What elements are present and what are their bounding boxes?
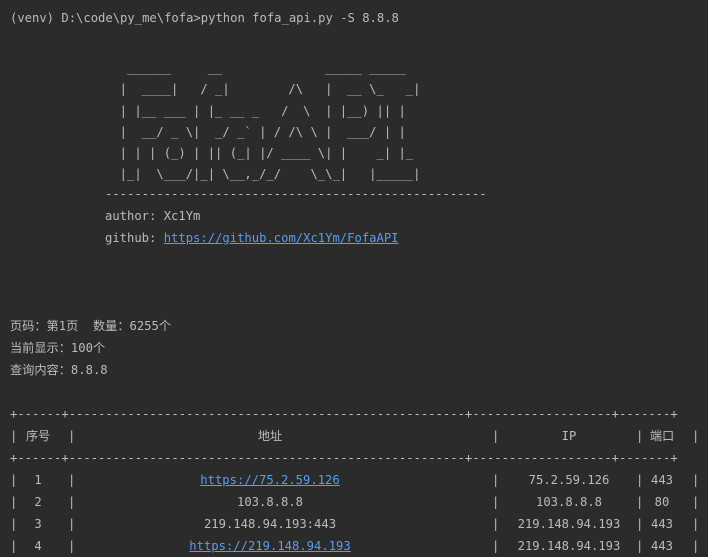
table-column-separator: | bbox=[636, 517, 644, 531]
table-column-separator: | bbox=[492, 539, 500, 553]
table-column-separator: | bbox=[68, 539, 76, 553]
row-address-link[interactable]: https://75.2.59.126 bbox=[200, 472, 339, 488]
row-index: 2 bbox=[34, 495, 42, 509]
row-ip: 103.8.8.8 bbox=[535, 495, 603, 509]
row-index: 3 bbox=[34, 517, 42, 531]
ascii-banner-line: |_| \___/|_| \__,_/_/ \_\_| |_____| bbox=[105, 167, 421, 182]
row-port: 80 bbox=[654, 495, 670, 509]
row-ip: 219.148.94.193 bbox=[517, 517, 621, 531]
row-address: 103.8.8.8 bbox=[236, 495, 304, 509]
table-column-separator: | bbox=[68, 517, 76, 531]
table-column-separator: | bbox=[10, 517, 18, 531]
page-count-line: 页码：第1页 数量：6255个 bbox=[10, 319, 172, 333]
row-ip: 219.148.94.193 bbox=[517, 539, 621, 553]
header-index: 序号 bbox=[25, 429, 51, 443]
table-column-separator: | bbox=[692, 473, 700, 487]
ascii-banner-line: ______ __ _____ _____ bbox=[105, 61, 406, 75]
table-column-separator: | bbox=[636, 473, 644, 487]
ascii-banner: ______ __ _____ _____ | ____| / _| /\ | … bbox=[105, 58, 421, 186]
table-column-separator: | bbox=[692, 517, 700, 531]
row-address-link[interactable]: https://219.148.94.193 bbox=[189, 538, 350, 554]
table-header-row: | | | | | 序号 地址 IP 端口 bbox=[10, 428, 708, 450]
table-row[interactable]: | | | | | 2 103.8.8.8 103.8.8.8 80 bbox=[10, 494, 708, 516]
author-value: Xc1Ym bbox=[163, 209, 201, 223]
github-link[interactable]: https://github.com/Xc1Ym/FofaAPI bbox=[164, 231, 399, 245]
command-text: python fofa_api.py -S 8.8.8 bbox=[200, 11, 399, 25]
header-port: 端口 bbox=[649, 429, 675, 443]
table-column-separator: | bbox=[492, 517, 500, 531]
table-column-separator: | bbox=[10, 429, 18, 443]
table-column-separator: | bbox=[692, 539, 700, 553]
header-ip: IP bbox=[561, 429, 577, 443]
row-ip: 75.2.59.126 bbox=[528, 473, 610, 487]
table-row[interactable]: | | | | | 1 https://75.2.59.126 75.2.59.126 443 bbox=[10, 472, 708, 494]
row-index: 4 bbox=[34, 539, 42, 553]
table-column-separator: | bbox=[636, 429, 644, 443]
row-port: 443 bbox=[650, 539, 674, 553]
ascii-banner-line: | __/ _ \| _/ _` | / /\ \ | ___/ | | bbox=[105, 124, 406, 139]
table-row[interactable]: | | | | | 4 https://219.148.94.193 219.148.94.1… bbox=[10, 538, 708, 557]
table-column-separator: | bbox=[636, 539, 644, 553]
header-address: 地址 bbox=[257, 429, 283, 443]
ascii-banner-line: | |__ ___ | |_ __ _ / \ | |__) || | bbox=[105, 103, 406, 118]
author-label: author: bbox=[105, 209, 164, 223]
row-index: 1 bbox=[34, 473, 42, 487]
banner-divider: ----------------------------------------… bbox=[105, 187, 487, 201]
github-label: github: bbox=[105, 231, 164, 245]
table-column-separator: | bbox=[68, 495, 76, 509]
command-prompt: (venv) D:\code\py_me\fofa> bbox=[10, 11, 201, 25]
ascii-banner-line: | ____| / _| /\ | __ \_ _| bbox=[105, 82, 421, 97]
table-column-separator: | bbox=[10, 539, 18, 553]
row-port: 443 bbox=[650, 473, 674, 487]
ascii-banner-line: | | | (_) | || (_| |/ ____ \| | _| |_ bbox=[105, 146, 414, 161]
github-line: github: https://github.com/Xc1Ym/FofaAPI bbox=[105, 230, 399, 246]
author-line: author: Xc1Ym bbox=[105, 208, 200, 224]
table-border: +------+--------------------------------… bbox=[10, 407, 678, 421]
table-column-separator: | bbox=[68, 429, 76, 443]
table-column-separator: | bbox=[492, 473, 500, 487]
table-column-separator: | bbox=[692, 495, 700, 509]
table-column-separator: | bbox=[636, 495, 644, 509]
table-border: +------+--------------------------------… bbox=[10, 451, 678, 465]
table-column-separator: | bbox=[492, 429, 500, 443]
table-column-separator: | bbox=[492, 495, 500, 509]
terminal-window[interactable]: (venv) D:\code\py_me\fofa>python fofa_ap… bbox=[0, 0, 708, 557]
command-line: (venv) D:\code\py_me\fofa>python fofa_ap… bbox=[10, 10, 399, 26]
table-column-separator: | bbox=[10, 495, 18, 509]
table-column-separator: | bbox=[10, 473, 18, 487]
table-row[interactable]: | | | | | 3 219.148.94.193:443 219.148.94.193 44… bbox=[10, 516, 708, 538]
table-column-separator: | bbox=[692, 429, 700, 443]
shown-count-line: 当前显示：100个 bbox=[10, 341, 106, 355]
row-port: 443 bbox=[650, 517, 674, 531]
query-line: 查询内容：8.8.8 bbox=[10, 363, 108, 377]
table-column-separator: | bbox=[68, 473, 76, 487]
row-address: 219.148.94.193:443 bbox=[203, 517, 337, 531]
